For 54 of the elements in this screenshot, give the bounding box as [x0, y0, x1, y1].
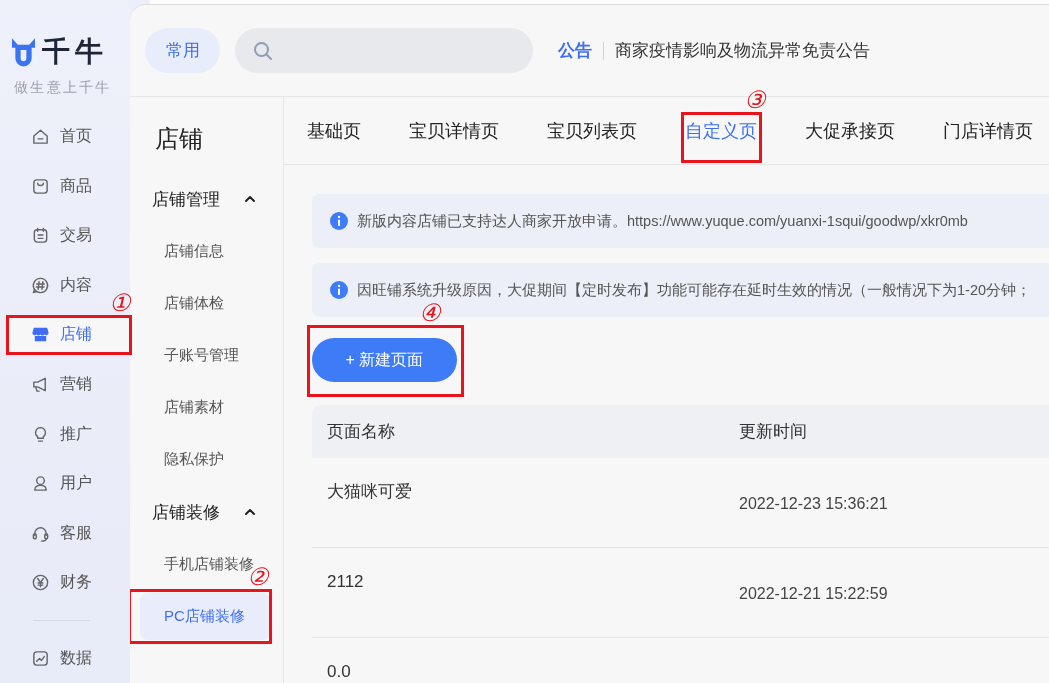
- user-icon: [31, 474, 50, 494]
- brand-slogan: 做生意上千牛: [14, 78, 113, 96]
- step-number: ③: [744, 88, 766, 112]
- table-cell: 大猫咪可爱: [327, 482, 412, 502]
- brand-name: 千牛: [42, 36, 108, 68]
- tab[interactable]: 门店详情页: [943, 97, 1033, 164]
- table-cell: 2112: [327, 572, 364, 592]
- hashtag-bubble-icon: [31, 275, 50, 295]
- notice-text: 新版内容店铺已支持达人商家开放申请。https://www.yuque.com/yuanxi-1squi/goodwp/xkr0mb: [357, 211, 968, 231]
- yen-icon: [31, 573, 50, 593]
- chart-icon: [31, 648, 50, 668]
- nav-item[interactable]: 首页: [6, 119, 130, 154]
- info-icon: [330, 281, 348, 299]
- info-icon: [330, 212, 348, 230]
- table-cell-text: 2022-12-21 15:22:59: [739, 584, 888, 604]
- announcement-link[interactable]: 商家疫情影响及物流异常免责公告: [615, 39, 870, 62]
- table-cell: 0.0: [327, 662, 351, 682]
- announcement-tag: 公告: [558, 39, 592, 62]
- nav-item[interactable]: 用户: [6, 466, 130, 501]
- new-page-button[interactable]: + 新建页面: [312, 338, 457, 382]
- column-header: 页面名称: [327, 421, 395, 443]
- nav-item[interactable]: 财务: [6, 565, 130, 600]
- step-number: ④: [419, 301, 441, 325]
- submenu-item[interactable]: 店铺体检: [140, 280, 270, 327]
- notice-text: 因旺铺系统升级原因，大促期间【定时发布】功能可能存在延时生效的情况（一般情况下为1-20分钟；: [357, 280, 1032, 300]
- house-icon: [31, 127, 50, 147]
- tab[interactable]: 宝贝列表页: [547, 97, 637, 164]
- submenu-item[interactable]: 店铺信息: [140, 228, 270, 275]
- column-header: 更新时间: [739, 421, 807, 443]
- submenu-item[interactable]: 店铺素材: [140, 384, 270, 431]
- search-field[interactable]: [235, 28, 533, 73]
- submenu-item[interactable]: 子账号管理: [140, 332, 270, 379]
- tab[interactable]: 基础页: [307, 97, 361, 164]
- shortcut-button[interactable]: 常用: [145, 28, 220, 73]
- submenu-group-header[interactable]: 店铺装修: [130, 488, 283, 536]
- section-title: 店铺: [155, 124, 204, 154]
- tab[interactable]: 宝贝详情页: [409, 97, 499, 164]
- nav-item[interactable]: 数据: [6, 641, 130, 675]
- clipboard-icon: [31, 226, 50, 246]
- nav-item[interactable]: 客服: [6, 516, 130, 550]
- nav-item[interactable]: 营销: [6, 367, 130, 402]
- bag-icon: [31, 176, 50, 196]
- search-icon: [253, 40, 273, 61]
- logo-icon: [12, 37, 35, 67]
- step-number: ①: [109, 291, 131, 316]
- submenu-group-header[interactable]: 店铺管理: [130, 175, 283, 223]
- nav-item[interactable]: 推广: [6, 417, 130, 451]
- tab[interactable]: 大促承接页: [805, 97, 895, 164]
- nav-item[interactable]: 商品: [6, 169, 130, 204]
- table-cell-text: 2022-12-23 15:36:21: [739, 494, 888, 514]
- nav-item[interactable]: 交易: [6, 219, 130, 253]
- nav-item[interactable]: 店铺: [6, 318, 130, 352]
- submenu-item[interactable]: PC店铺装修: [140, 593, 270, 640]
- submenu-item[interactable]: 隐私保护: [140, 436, 270, 483]
